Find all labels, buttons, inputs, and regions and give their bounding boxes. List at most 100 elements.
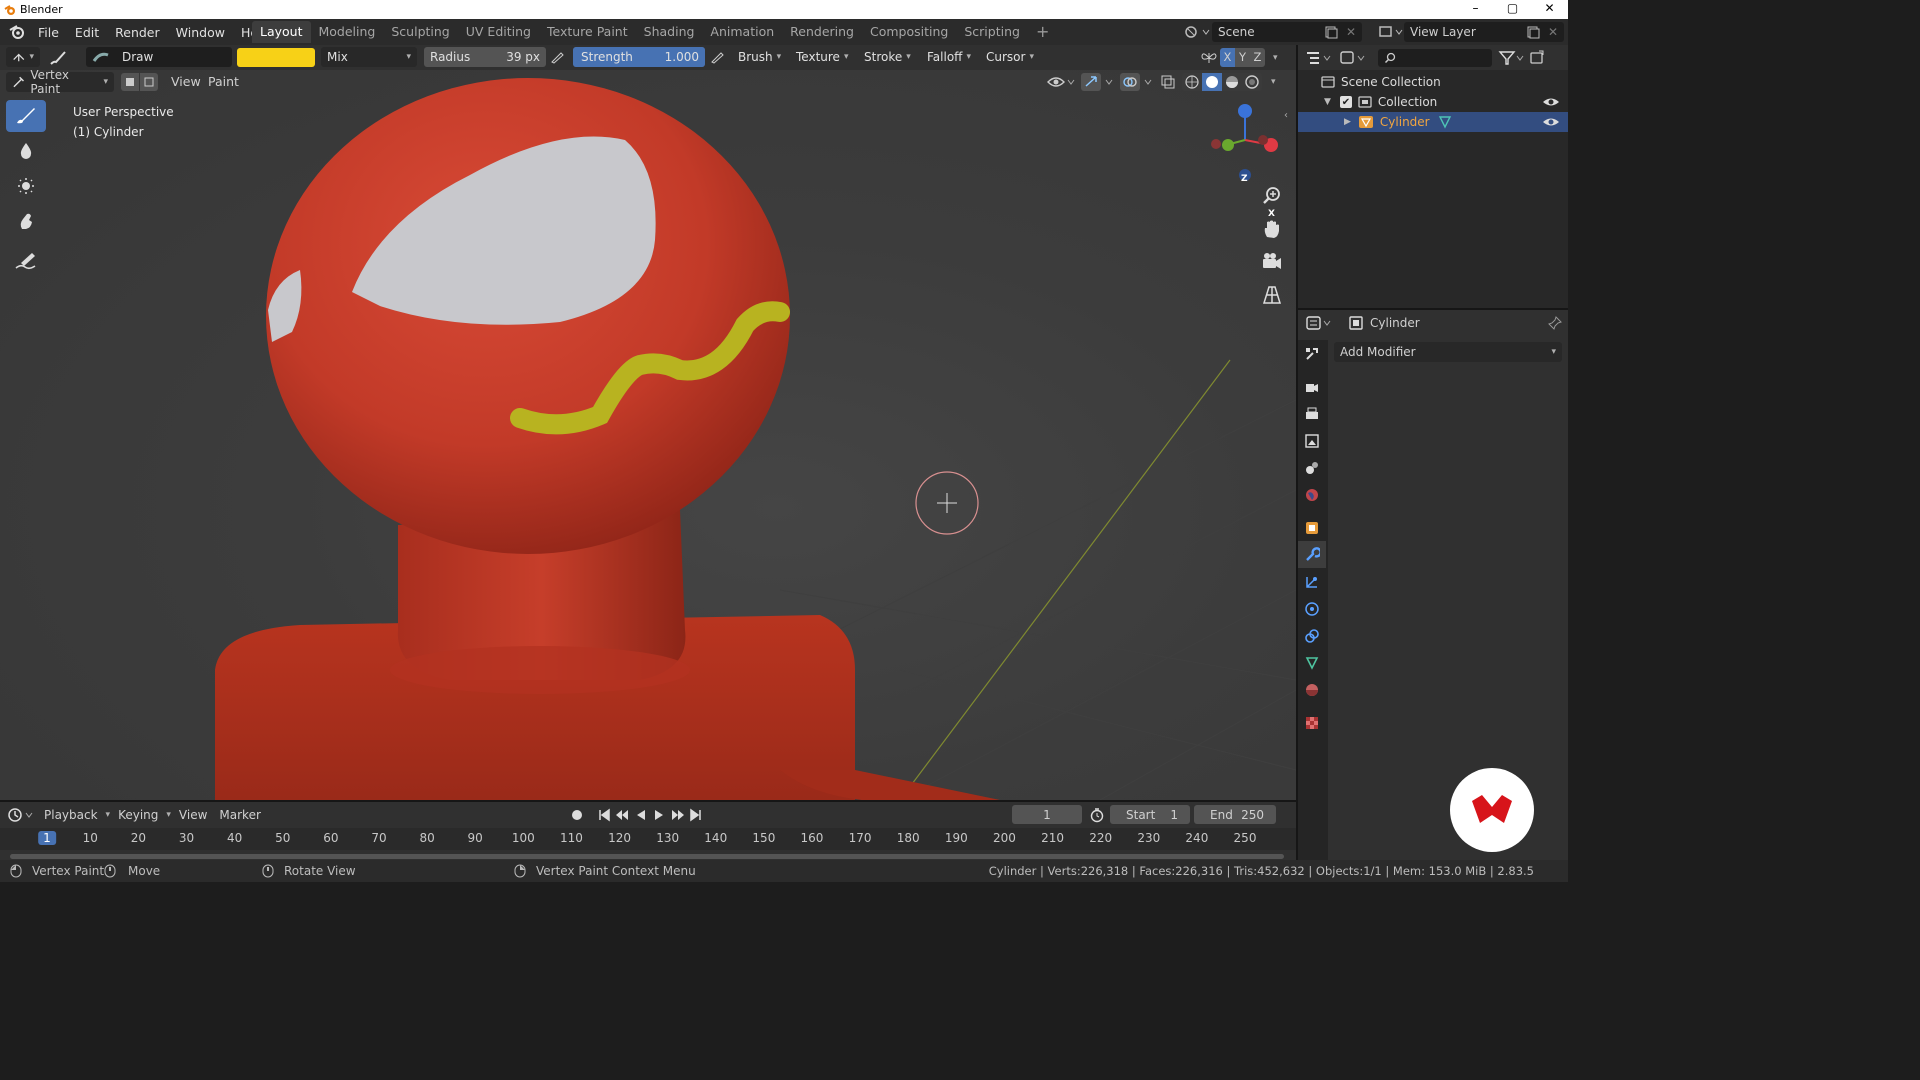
current-frame-field[interactable]: 1 — [1012, 805, 1082, 824]
blend-mode-dropdown[interactable]: Mix ▾ — [321, 47, 417, 67]
new-scene-icon[interactable] — [1324, 25, 1338, 39]
tab-physics[interactable] — [1298, 595, 1326, 622]
jump-keyframe-forward-icon[interactable] — [670, 807, 686, 823]
tab-render[interactable] — [1298, 373, 1326, 400]
paint-color-swatch[interactable] — [237, 48, 315, 67]
tool-blur[interactable] — [6, 135, 46, 167]
tab-constraints[interactable] — [1298, 622, 1326, 649]
display-mode-icon[interactable] — [1338, 49, 1368, 67]
cylinder-visibility-eye-icon[interactable] — [1542, 115, 1560, 129]
editor-type-dropdown[interactable]: ▾ — [6, 47, 40, 67]
frame-ruler[interactable]: 1 10 20 30 40 50 60 70 80 90 100 110 120 130 140 150 160… — [0, 828, 1296, 850]
play-reverse-icon[interactable] — [634, 807, 648, 823]
brush-selector[interactable]: Draw — [86, 47, 232, 67]
mesh-data-icon[interactable] — [1438, 115, 1452, 129]
menu-playback[interactable]: Playback — [40, 808, 102, 822]
outliner-editor-type-icon[interactable] — [1304, 49, 1334, 67]
mode-dropdown[interactable]: Vertex Paint ▾ — [6, 70, 114, 96]
delete-scene-icon[interactable]: ✕ — [1346, 25, 1356, 39]
outliner-scene-collection[interactable]: Scene Collection — [1298, 72, 1568, 92]
tab-object[interactable] — [1298, 514, 1326, 541]
symmetry-x-toggle[interactable]: X — [1220, 48, 1235, 67]
menu-edit[interactable]: Edit — [67, 25, 107, 40]
cursor-menu[interactable]: Cursor ▾ — [980, 47, 1036, 67]
tab-material[interactable] — [1298, 676, 1326, 703]
start-frame-field[interactable]: Start 1 — [1110, 805, 1190, 824]
perspective-toggle-icon[interactable] — [1260, 283, 1284, 307]
scene-field[interactable]: Scene ✕ — [1212, 22, 1362, 42]
cylinder-expand-arrow[interactable]: ▶ — [1344, 117, 1351, 127]
symmetry-y-toggle[interactable]: Y — [1235, 48, 1250, 67]
tab-world[interactable] — [1298, 481, 1326, 508]
gizmo-toggle-icon[interactable] — [1081, 73, 1115, 91]
view-layer-field[interactable]: View Layer ✕ — [1404, 22, 1564, 42]
timeline-scrollbar[interactable] — [10, 854, 1284, 859]
menu-file[interactable]: File — [30, 25, 67, 40]
radius-pressure-icon[interactable] — [550, 50, 564, 64]
collection-expand-arrow[interactable]: ▼ — [1324, 97, 1331, 107]
camera-view-icon[interactable] — [1260, 250, 1284, 274]
outliner-collection[interactable]: ▼ ✔ Collection — [1298, 92, 1568, 112]
blender-menu-icon[interactable] — [8, 24, 26, 40]
end-frame-field[interactable]: End 250 — [1194, 805, 1276, 824]
tab-layout[interactable]: Layout — [252, 21, 311, 43]
pin-icon[interactable] — [1548, 315, 1562, 330]
menu-window[interactable]: Window — [168, 25, 233, 40]
menu-keying[interactable]: Keying — [114, 808, 162, 822]
close-window-button[interactable]: ✕ — [1531, 0, 1568, 19]
shading-modes[interactable] — [1182, 73, 1262, 91]
tab-animation[interactable]: Animation — [702, 21, 782, 43]
texture-menu[interactable]: Texture ▾ — [790, 47, 852, 67]
jump-end-icon[interactable] — [690, 807, 702, 823]
record-icon[interactable] — [568, 806, 586, 824]
strength-pressure-icon[interactable] — [710, 50, 724, 64]
menu-view[interactable]: View — [171, 74, 201, 89]
tab-tool[interactable] — [1298, 340, 1326, 367]
vertex-mask-toggle[interactable] — [140, 73, 158, 91]
collection-visibility-eye-icon[interactable] — [1542, 95, 1560, 109]
shading-options-caret[interactable]: ▾ — [1267, 77, 1276, 87]
tab-rendering[interactable]: Rendering — [782, 21, 862, 43]
tab-sculpting[interactable]: Sculpting — [383, 21, 457, 43]
jump-start-icon[interactable] — [598, 807, 610, 823]
brush-menu[interactable]: Brush ▾ — [732, 47, 786, 67]
tab-texture-paint[interactable]: Texture Paint — [539, 21, 636, 43]
menu-paint[interactable]: Paint — [208, 74, 239, 89]
symmetry-z-toggle[interactable]: Z — [1250, 48, 1265, 67]
paint-brush-tool-icon[interactable] — [48, 49, 68, 67]
collection-checkbox[interactable]: ✔ — [1339, 96, 1352, 108]
filter-icon[interactable] — [1498, 49, 1526, 67]
add-modifier-dropdown[interactable]: Add Modifier ▾ — [1334, 342, 1562, 362]
menu-render[interactable]: Render — [107, 25, 168, 40]
gizmo-z-label[interactable]: Z — [1241, 174, 1248, 184]
overlays-toggle-icon[interactable] — [1120, 73, 1154, 91]
tab-scripting[interactable]: Scripting — [956, 21, 1028, 43]
tab-texture[interactable] — [1298, 709, 1326, 736]
tab-particles[interactable] — [1298, 568, 1326, 595]
timeline-editor-type-icon[interactable] — [6, 806, 36, 824]
falloff-menu[interactable]: Falloff ▾ — [921, 47, 975, 67]
jump-keyframe-back-icon[interactable] — [614, 807, 630, 823]
tool-annotate[interactable] — [6, 245, 46, 277]
tab-data[interactable] — [1298, 649, 1326, 676]
delete-view-layer-icon[interactable]: ✕ — [1548, 25, 1558, 39]
3d-viewport[interactable]: Z X Y User Perspective (1) Cylinder Vert… — [0, 70, 1296, 800]
menu-timeline-view[interactable]: View — [175, 808, 211, 822]
stroke-menu[interactable]: Stroke ▾ — [858, 47, 916, 67]
outliner-cylinder[interactable]: ▶ Cylinder — [1298, 112, 1568, 132]
properties-editor-type-icon[interactable] — [1304, 314, 1334, 332]
tool-smear[interactable] — [6, 205, 46, 237]
preview-range-clock-icon[interactable] — [1089, 807, 1105, 823]
tab-view-layer[interactable] — [1298, 427, 1326, 454]
tab-modifier[interactable] — [1298, 541, 1326, 568]
tab-compositing[interactable]: Compositing — [862, 21, 956, 43]
tab-uv-editing[interactable]: UV Editing — [458, 21, 539, 43]
xray-toggle-icon[interactable] — [1159, 73, 1177, 91]
add-workspace-button[interactable]: + — [1028, 21, 1057, 43]
radius-slider[interactable]: Radius 39 px — [424, 47, 546, 67]
tab-scene[interactable] — [1298, 454, 1326, 481]
tool-average[interactable] — [6, 170, 46, 202]
face-mask-toggle[interactable] — [121, 73, 139, 91]
play-icon[interactable] — [652, 807, 666, 823]
tool-draw[interactable] — [6, 100, 46, 132]
